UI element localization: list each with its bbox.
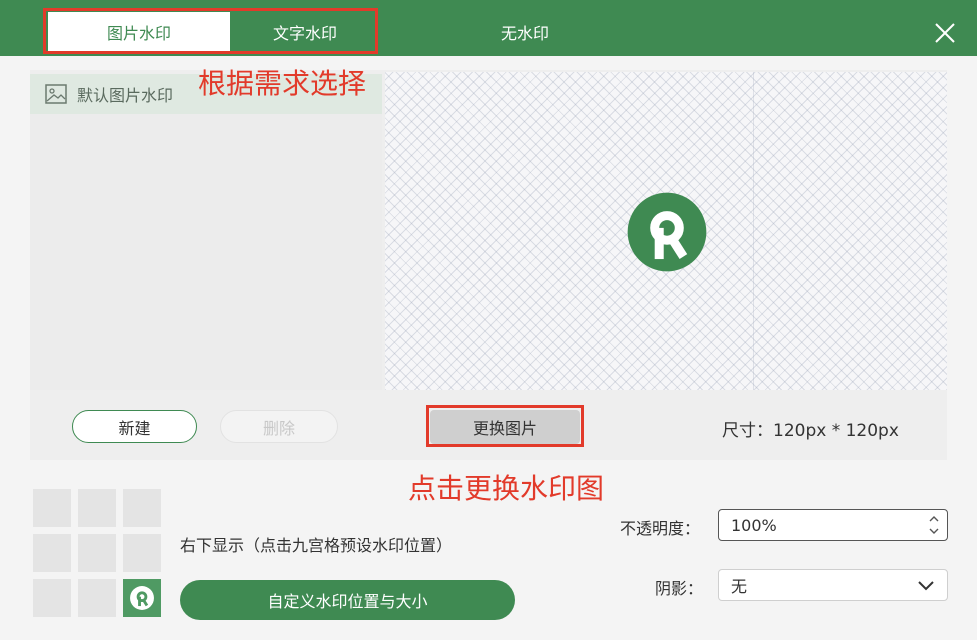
custom-position-button[interactable]: 自定义水印位置与大小 xyxy=(180,580,515,620)
tab-image-watermark[interactable]: 图片水印 xyxy=(48,12,230,52)
shadow-select[interactable]: 无 xyxy=(718,569,948,601)
watermark-list: 默认图片水印 xyxy=(30,74,382,390)
watermark-logo-icon xyxy=(627,192,707,272)
tab-no-watermark[interactable]: 无水印 xyxy=(460,12,590,52)
grid-cell-top-left[interactable] xyxy=(33,489,71,527)
stepper-icon[interactable] xyxy=(927,512,941,538)
grid-cell-middle-right[interactable] xyxy=(123,534,161,572)
change-image-button[interactable]: 更换图片 xyxy=(430,410,580,444)
opacity-label: 不透明度： xyxy=(620,519,701,538)
annotation-choose: 根据需求选择 xyxy=(198,67,367,100)
grid-cell-top-center[interactable] xyxy=(78,489,116,527)
grid-cell-bottom-left[interactable] xyxy=(33,579,71,617)
opacity-input[interactable]: 100% xyxy=(718,509,948,541)
grid-cell-bottom-right[interactable] xyxy=(123,579,161,617)
header-bar: 图片水印 文字水印 无水印 xyxy=(0,0,977,56)
grid-cell-middle-left[interactable] xyxy=(33,534,71,572)
grid-cell-center[interactable] xyxy=(78,534,116,572)
annotation-change: 点击更换水印图 xyxy=(408,472,605,505)
delete-button[interactable]: 删除 xyxy=(220,410,338,443)
close-icon[interactable] xyxy=(928,16,962,50)
preview-divider xyxy=(753,72,754,390)
opacity-value: 100% xyxy=(731,515,777,535)
chevron-down-icon xyxy=(918,581,934,591)
grid-cell-top-right[interactable] xyxy=(123,489,161,527)
watermark-thumb-icon xyxy=(130,586,154,610)
watermark-preview xyxy=(385,72,947,390)
image-icon xyxy=(45,84,67,104)
position-grid xyxy=(33,489,161,617)
shadow-label: 阴影： xyxy=(655,579,704,598)
position-description: 右下显示（点击九宫格预设水印位置） xyxy=(180,536,453,555)
shadow-value: 无 xyxy=(731,577,748,596)
new-button[interactable]: 新建 xyxy=(72,410,197,443)
grid-cell-bottom-center[interactable] xyxy=(78,579,116,617)
tab-text-watermark[interactable]: 文字水印 xyxy=(232,12,378,52)
size-label: 尺寸：120px * 120px xyxy=(722,421,899,441)
list-item-label: 默认图片水印 xyxy=(77,86,174,105)
